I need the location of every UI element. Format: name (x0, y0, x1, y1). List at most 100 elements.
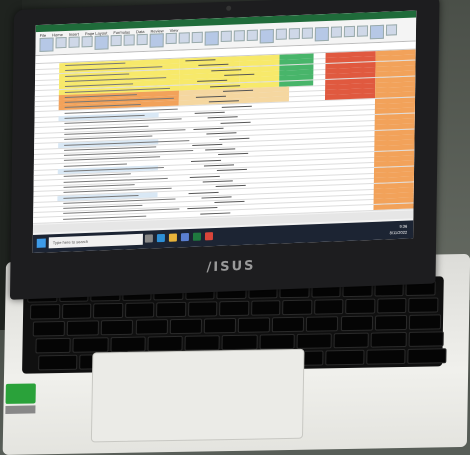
ribbon-tool-icon[interactable] (123, 34, 135, 46)
ribbon-tool-icon[interactable] (191, 31, 203, 44)
keyboard-key[interactable] (271, 316, 305, 333)
ribbon-tool-icon[interactable] (149, 33, 164, 48)
keyboard-key[interactable] (374, 314, 407, 331)
ribbon-tool-icon[interactable] (330, 26, 343, 38)
keyboard-key[interactable] (340, 315, 373, 332)
cell-number-line (188, 191, 219, 194)
keyboard-key[interactable] (408, 314, 442, 330)
intel-sticker (5, 383, 36, 404)
keyboard-key[interactable] (408, 331, 444, 347)
ribbon-tool-icon[interactable] (204, 31, 219, 46)
keyboard-key[interactable] (72, 337, 109, 353)
ribbon-tool-icon[interactable] (246, 29, 258, 42)
edge-icon[interactable] (156, 233, 165, 243)
ribbon-tool-icon[interactable] (165, 32, 177, 45)
ribbon-tool-icon[interactable] (136, 33, 148, 46)
keyboard-key[interactable] (93, 302, 123, 319)
ribbon-tool-icon[interactable] (220, 30, 232, 43)
ribbon-tool-icon[interactable] (301, 27, 313, 39)
ribbon-tool-icon[interactable] (39, 37, 54, 52)
cell-number-line (202, 180, 233, 183)
keyboard-key[interactable] (38, 354, 78, 371)
spreadsheet-grid[interactable] (33, 49, 416, 224)
taskbar-clock[interactable]: 9:36 8/11/2022 (390, 224, 408, 237)
ribbon-tool-icon[interactable] (68, 36, 80, 48)
ribbon-tool-icon[interactable] (288, 27, 300, 40)
keyboard-key[interactable] (35, 337, 71, 354)
keyboard-key[interactable] (221, 334, 258, 351)
keyboard-key[interactable] (156, 301, 187, 318)
cell-text-line (63, 215, 147, 220)
ribbon-tool-icon[interactable] (178, 32, 190, 44)
cell-number-line (189, 175, 220, 178)
ribbon-tool-icon[interactable] (94, 35, 109, 50)
keyboard-key[interactable] (345, 298, 376, 315)
keyboard-key[interactable] (313, 299, 344, 315)
cell-number-line (200, 212, 231, 215)
keyboard-key[interactable] (366, 348, 406, 365)
keyboard-key[interactable] (101, 319, 134, 336)
keyboard-key[interactable] (147, 335, 183, 352)
keyboard-key[interactable] (61, 303, 92, 320)
laptop-lid: File Home Insert Page Layout Formulas Data Rev… (9, 0, 440, 300)
keyboard-key[interactable] (184, 335, 221, 351)
keyboard-key[interactable] (408, 297, 439, 313)
folder-icon[interactable] (168, 233, 177, 242)
laptop-screen: File Home Insert Page Layout Formulas Data Rev… (32, 10, 417, 253)
spreadsheet-cell[interactable] (373, 203, 414, 210)
cell-number-line (219, 137, 250, 140)
cell-number-line (220, 121, 251, 124)
cell-number-line (206, 132, 237, 135)
ribbon-tool-icon[interactable] (369, 24, 385, 40)
ribbon-tool-icon[interactable] (259, 28, 274, 44)
keyboard-key[interactable] (325, 349, 365, 366)
keyboard-key[interactable] (377, 297, 407, 314)
keyboard-key[interactable] (296, 333, 332, 349)
keyboard-key[interactable] (333, 332, 370, 349)
ribbon-tool-icon[interactable] (385, 24, 398, 36)
cell-number-line (207, 116, 238, 119)
taskbar-search-input[interactable]: Type here to search (48, 233, 143, 249)
cell-number-line (215, 185, 246, 188)
keyboard-key[interactable] (124, 302, 155, 318)
cell-number-line (201, 196, 232, 199)
cell-number-line (187, 207, 218, 210)
keyboard-key[interactable] (109, 336, 146, 353)
keyboard-key[interactable] (135, 319, 168, 335)
ribbon-tool-icon[interactable] (55, 36, 67, 49)
task-view-icon[interactable] (144, 234, 153, 243)
keyboard-key[interactable] (32, 320, 66, 337)
chrome-icon[interactable] (204, 232, 214, 241)
ribbon-tool-icon[interactable] (343, 25, 356, 38)
windows-start-icon[interactable] (36, 238, 46, 248)
cell-number-line (205, 148, 236, 151)
ribbon-tool-icon[interactable] (233, 30, 245, 42)
keyboard-key[interactable] (219, 300, 250, 317)
keyboard-key[interactable] (282, 299, 313, 316)
touchpad (90, 348, 305, 443)
cell-number-line (194, 111, 225, 114)
clock-date: 8/11/2022 (389, 229, 408, 236)
keyboard-key[interactable] (237, 317, 271, 333)
keyboard-key[interactable] (371, 331, 407, 348)
keyboard-key[interactable] (66, 320, 100, 336)
ribbon-tool-icon[interactable] (356, 25, 369, 37)
cell-number-line (221, 105, 252, 108)
cell-number-line (218, 153, 249, 156)
ribbon-tool-icon[interactable] (81, 35, 93, 48)
store-icon[interactable] (180, 232, 190, 242)
keyboard-key[interactable] (250, 300, 281, 316)
spec-sticker (5, 405, 36, 414)
ribbon-tool-icon[interactable] (275, 28, 287, 40)
keyboard-key[interactable] (169, 318, 202, 335)
cell-number-line (216, 169, 247, 172)
keyboard-key[interactable] (259, 333, 295, 350)
keyboard-key[interactable] (203, 317, 237, 334)
keyboard-key[interactable] (187, 301, 218, 317)
keyboard-key[interactable] (29, 304, 60, 320)
keyboard-key[interactable] (407, 348, 447, 364)
ribbon-tool-icon[interactable] (110, 34, 122, 47)
excel-icon[interactable] (192, 232, 202, 241)
keyboard-key[interactable] (306, 316, 339, 332)
ribbon-tool-icon[interactable] (314, 26, 329, 42)
